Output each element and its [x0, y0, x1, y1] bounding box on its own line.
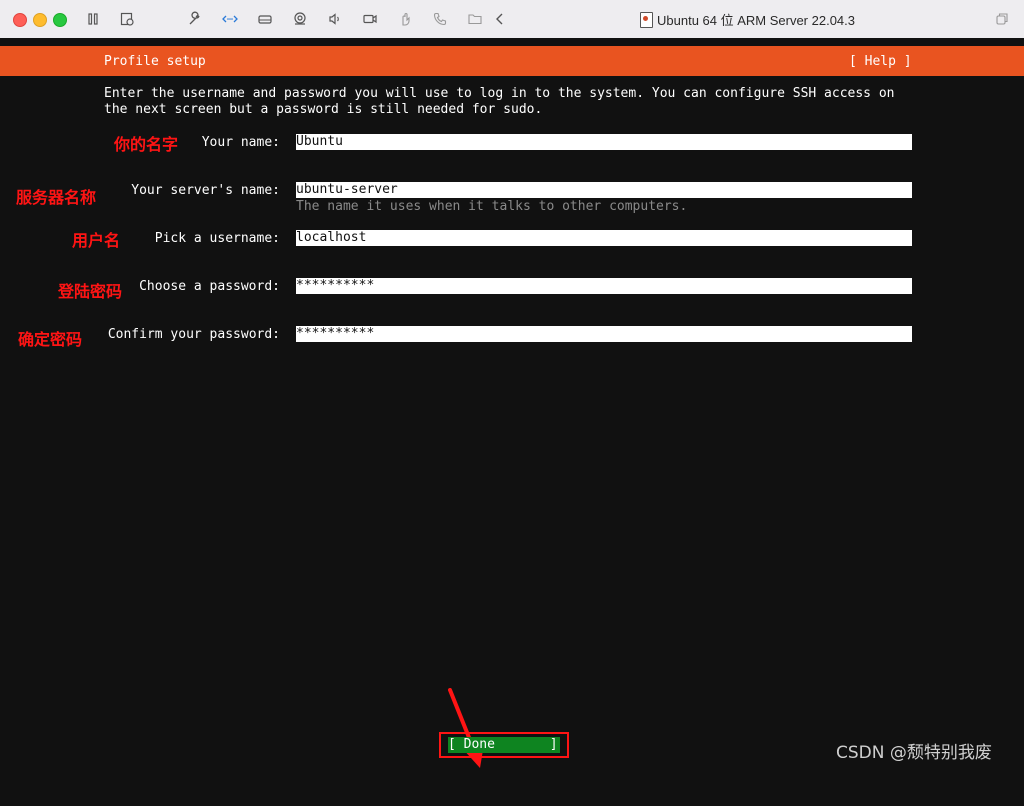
your-name-label: Your name: — [201, 135, 280, 150]
window-titlebar: Ubuntu 64 位 ARM Server 22.04.3 — [0, 0, 1024, 39]
usb-icon[interactable] — [395, 9, 415, 29]
camera-icon[interactable] — [290, 9, 310, 29]
help-button[interactable]: [ Help ] — [849, 54, 912, 69]
intro-line-2: the next screen but a password is still … — [104, 102, 543, 117]
window-title-text: Ubuntu 64 位 ARM Server 22.04.3 — [657, 13, 855, 28]
pause-icon[interactable] — [83, 9, 103, 29]
server-name-input[interactable]: ubuntu-server — [296, 182, 912, 198]
vm-document-icon — [640, 11, 653, 28]
server-name-label: Your server's name: — [131, 183, 280, 198]
confirm-password-input[interactable]: ********** — [296, 326, 912, 342]
annotation-arrow-icon — [448, 688, 484, 768]
done-button[interactable]: [ Done ] — [448, 737, 560, 753]
window-title: Ubuntu 64 位 ARM Server 22.04.3 — [640, 10, 855, 29]
fullscreen-icon[interactable] — [992, 9, 1012, 29]
page-title: Profile setup — [104, 54, 206, 69]
shared-folder-icon[interactable] — [465, 9, 485, 29]
username-label: Pick a username: — [154, 231, 280, 246]
sound-icon[interactable] — [325, 9, 345, 29]
back-chevron-icon[interactable] — [490, 9, 510, 29]
network-icon[interactable] — [220, 9, 240, 29]
minimize-window-button[interactable] — [33, 13, 47, 27]
video-icon[interactable] — [360, 9, 380, 29]
username-input[interactable]: localhost — [296, 230, 912, 246]
server-name-hint: The name it uses when it talks to other … — [296, 199, 688, 214]
phone-icon[interactable] — [430, 9, 450, 29]
vm-console[interactable]: Profile setup [ Help ] Enter the usernam… — [0, 38, 1024, 806]
zoom-window-button[interactable] — [53, 13, 67, 27]
confirm-password-label: Confirm your password: — [107, 327, 280, 342]
intro-text: Enter the username and password you will… — [104, 86, 895, 118]
close-window-button[interactable] — [13, 13, 27, 27]
password-label: Choose a password: — [139, 279, 280, 294]
intro-line-1: Enter the username and password you will… — [104, 86, 895, 101]
disk-icon[interactable] — [255, 9, 275, 29]
snapshot-icon[interactable] — [117, 9, 137, 29]
wrench-icon[interactable] — [185, 9, 205, 29]
your-name-input[interactable]: Ubuntu — [296, 134, 912, 150]
watermark: CSDN @颓特别我废 — [836, 743, 992, 763]
password-input[interactable]: ********** — [296, 278, 912, 294]
